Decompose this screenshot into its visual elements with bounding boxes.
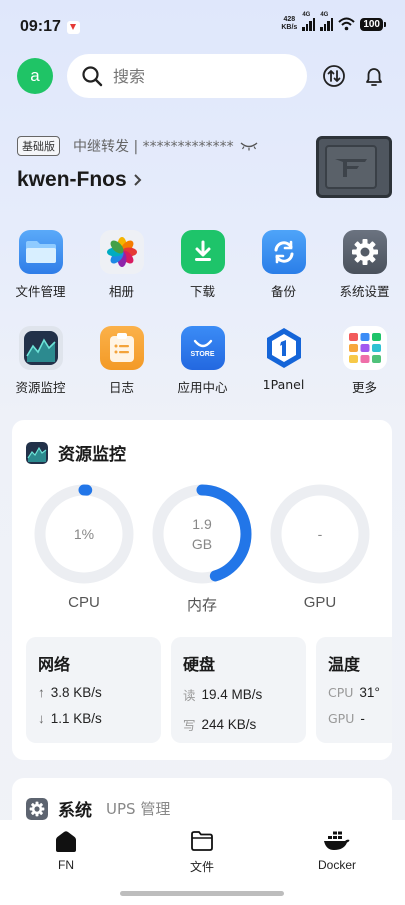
temperature-card[interactable]: 温度 CPU 31° GPU - (316, 637, 392, 743)
gpu-label: GPU (303, 594, 337, 611)
memory-label: 内存 (186, 597, 217, 614)
home-icon (56, 831, 76, 852)
status-bar: 09:17 428 KB/s 4G 4G 100 (0, 0, 405, 54)
settings-icon (342, 230, 387, 274)
app-photos[interactable]: 相册 (81, 230, 162, 300)
signal-icon: 4G (302, 12, 316, 31)
signal-icon-2: 4G (320, 12, 334, 31)
folder-icon (18, 230, 63, 274)
more-icon (342, 326, 387, 370)
apps-row-2: 资源监控 日志 STORE 应用中心 1Panel 更多 (0, 326, 405, 396)
docker-icon (324, 831, 350, 850)
disk-read: 19.4 MB/s (201, 687, 263, 702)
disk-card[interactable]: 硬盘 读 19.4 MB/s 写 244 KB/s (171, 637, 306, 743)
1panel-icon (262, 326, 306, 370)
app-file-manager[interactable]: 文件管理 (0, 230, 81, 300)
device-name[interactable]: kwen-Fnos (17, 168, 143, 192)
store-icon: STORE (180, 326, 225, 370)
battery-icon: 100 (360, 17, 386, 31)
arrow-up-icon: ↑ (38, 685, 45, 700)
app-download[interactable]: 下载 (162, 230, 243, 300)
apps-row-1: 文件管理 相册 下载 备份 系统设置 (0, 230, 405, 300)
nav-files[interactable]: 文件 (162, 830, 242, 875)
app-store[interactable]: STORE 应用中心 (162, 326, 243, 396)
card-title: 资源监控 (58, 445, 126, 465)
network-card[interactable]: 网络 ↑ 3.8 KB/s ↓ 1.1 KB/s (26, 637, 161, 743)
resource-monitor-card[interactable]: 资源监控 1% CPU 1.9 GB 内存 - GPU 网络 ↑ 3.8 KB/s … (12, 420, 392, 760)
gpu-value: - (317, 526, 323, 542)
nav-fn[interactable]: FN (26, 830, 106, 872)
cpu-gauge: 1% (34, 484, 134, 584)
status-time: 09:17 (20, 18, 61, 35)
wifi-icon (338, 17, 355, 31)
cpu-temp: 31° (359, 685, 380, 700)
transfer-icon[interactable] (322, 64, 346, 88)
backup-icon (261, 230, 306, 274)
net-speed: 428 KB/s (281, 16, 298, 31)
plan-badge: 基础版 (17, 136, 60, 156)
cpu-value: 1% (73, 526, 95, 542)
memory-unit: GB (191, 536, 213, 552)
eye-closed-icon[interactable] (240, 141, 258, 151)
download-icon (180, 230, 225, 274)
cpu-label: CPU (68, 594, 100, 611)
disk-write: 244 KB/s (201, 717, 257, 732)
memory-value: 1.9 (192, 516, 212, 532)
log-icon (99, 326, 144, 370)
nas-device-image (316, 136, 392, 198)
monitor-icon (18, 326, 63, 370)
gpu-gauge: - (270, 484, 370, 584)
search-bar[interactable] (67, 54, 307, 98)
app-log[interactable]: 日志 (81, 326, 162, 396)
gpu-temp: - (360, 711, 365, 726)
folder-outline-icon (191, 831, 213, 851)
notification-icon (67, 21, 80, 34)
app-resource-monitor[interactable]: 资源监控 (0, 326, 81, 396)
nav-docker[interactable]: Docker (297, 830, 377, 872)
search-input[interactable] (113, 66, 283, 86)
avatar[interactable]: a (17, 58, 53, 94)
app-more[interactable]: 更多 (324, 326, 405, 396)
ups-link[interactable]: UPS 管理 (106, 798, 170, 819)
arrow-down-icon: ↓ (38, 711, 45, 726)
photos-icon (99, 230, 144, 274)
app-backup[interactable]: 备份 (243, 230, 324, 300)
memory-gauge: 1.9 GB (152, 484, 252, 584)
search-icon (82, 66, 103, 87)
network-down: 1.1 KB/s (50, 711, 102, 726)
network-up: 3.8 KB/s (50, 685, 102, 700)
system-title: 系统 (58, 801, 92, 821)
fn-logo-icon (335, 159, 367, 177)
settings-icon (26, 797, 48, 820)
home-indicator (120, 891, 284, 896)
monitor-icon (26, 441, 48, 464)
app-settings[interactable]: 系统设置 (324, 230, 405, 300)
stat-cards[interactable]: 网络 ↑ 3.8 KB/s ↓ 1.1 KB/s 硬盘 读 19.4 MB/s 写 24… (26, 637, 392, 743)
chevron-right-icon (133, 174, 142, 186)
bell-icon[interactable] (362, 64, 386, 88)
app-1panel[interactable]: 1Panel (243, 326, 324, 396)
connection-status[interactable]: 中继转发 | ************* (73, 136, 258, 156)
